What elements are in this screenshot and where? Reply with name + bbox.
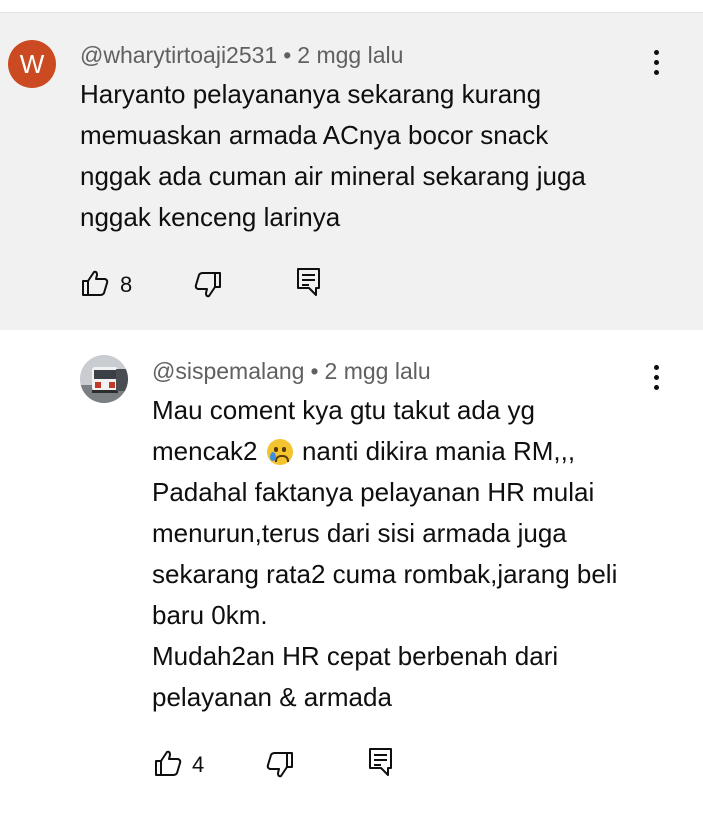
meta-separator: •	[310, 358, 319, 384]
bus-photo-avatar	[80, 355, 128, 403]
like-button[interactable]	[153, 748, 183, 778]
like-button[interactable]	[80, 268, 110, 298]
comment-text-line: menurun,terus dari sisi armada juga	[152, 518, 567, 548]
comment-text-line: sekarang rata2 cuma rombak,jarang beli	[152, 559, 618, 589]
comment-text-line: Haryanto pelayananya sekarang kurang	[80, 79, 542, 109]
timestamp[interactable]: 2 mgg lalu	[325, 358, 431, 384]
reply-button[interactable]	[367, 746, 395, 778]
thumb-up-icon	[82, 270, 109, 296]
comment-menu-button[interactable]	[644, 43, 668, 83]
dislike-button[interactable]	[265, 750, 295, 780]
comment-text-line: Mau coment kya gtu takut ada yg	[152, 395, 535, 425]
avatar[interactable]: W	[8, 40, 56, 88]
comment-text-segment: nanti dikira mania RM,,,	[301, 436, 576, 466]
thumb-down-icon	[194, 272, 221, 298]
comment-text-line: Mudah2an HR cepat berbenah dari	[152, 641, 559, 671]
author-handle[interactable]: @wharytirtoaji2531	[80, 42, 277, 68]
comment-text-line: pelayanan & armada	[152, 682, 392, 712]
comment-meta: @wharytirtoaji2531 • 2 mgg lalu	[80, 42, 403, 69]
comment-text-line: nggak ada cuman air mineral sekarang jug…	[80, 161, 586, 191]
comment-meta: @sispemalang • 2 mgg lalu	[152, 358, 431, 385]
comment-text: Mau coment kya gtu takut ada yg mencak2 …	[152, 390, 617, 718]
top-divider	[0, 0, 703, 13]
avatar[interactable]	[80, 355, 128, 403]
reply-icon	[369, 748, 392, 776]
comment-text: Haryanto pelayananya sekarang kurang mem…	[80, 74, 586, 238]
thumb-up-icon	[155, 750, 182, 776]
reply-icon	[297, 268, 320, 296]
reply-button[interactable]	[295, 266, 323, 298]
comment-text-line: mencak2 nanti dikira mania RM,,,	[152, 431, 617, 472]
comment-menu-button[interactable]	[644, 358, 668, 398]
comment-text-segment: mencak2	[152, 436, 258, 466]
crying-face-emoji	[266, 439, 293, 465]
meta-separator: •	[283, 42, 292, 68]
thumb-down-icon	[266, 752, 293, 778]
comment-text-line: memuaskan armada ACnya bocor snack	[80, 120, 549, 150]
author-handle[interactable]: @sispemalang	[152, 358, 304, 384]
comment-text-line: nggak kenceng larinya	[80, 202, 341, 232]
comment-text-line: baru 0km.	[152, 600, 268, 630]
like-count: 8	[120, 272, 133, 297]
comment-text-line: Padahal faktanya pelayanan HR mulai	[152, 477, 595, 507]
timestamp[interactable]: 2 mgg lalu	[297, 42, 403, 68]
like-count: 4	[192, 752, 205, 777]
dislike-button[interactable]	[193, 270, 223, 300]
